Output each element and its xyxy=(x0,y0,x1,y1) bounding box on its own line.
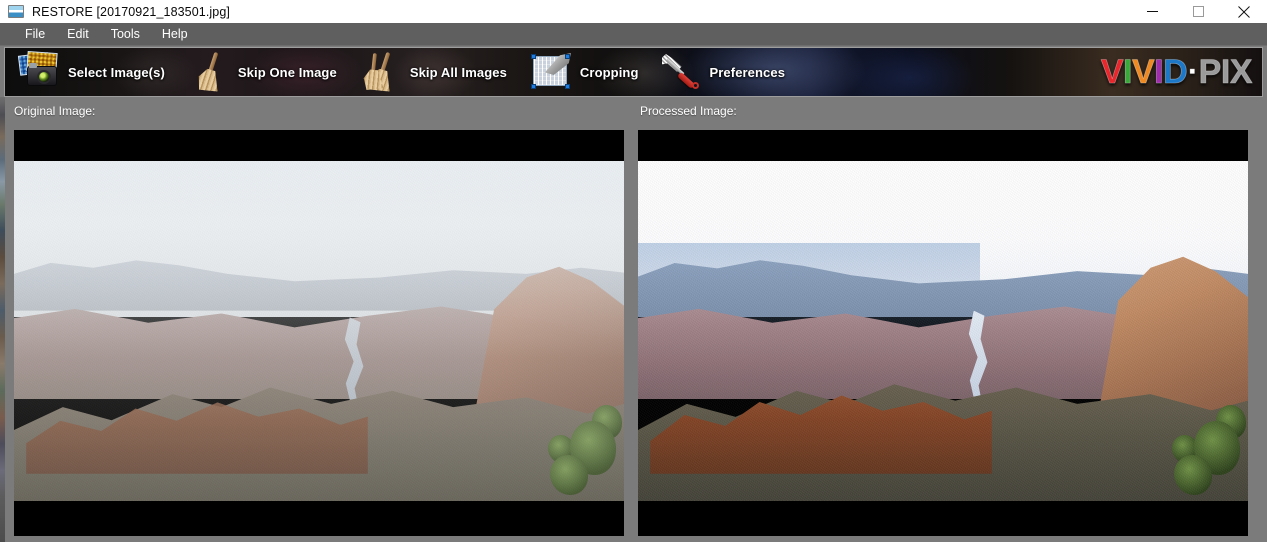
maximize-icon xyxy=(1192,6,1204,17)
cropping-label: Cropping xyxy=(579,64,639,80)
original-image-label: Original Image: xyxy=(14,104,96,118)
window-controls xyxy=(1129,0,1267,23)
processed-image-label: Processed Image: xyxy=(640,104,737,118)
preferences-label: Preferences xyxy=(709,64,786,80)
main-toolbar: Select Image(s) Skip One Image Skip All … xyxy=(4,47,1263,97)
logo-letter-v2: V xyxy=(1131,53,1155,91)
foreground-tree xyxy=(1160,381,1246,501)
logo-letter-d: D xyxy=(1163,53,1188,91)
app-photo-window-icon xyxy=(8,5,24,18)
background-window-gap xyxy=(5,97,9,542)
skip-one-image-label: Skip One Image xyxy=(237,64,337,80)
minimize-icon xyxy=(1146,11,1158,12)
cropping-button[interactable]: Cropping xyxy=(525,48,643,96)
skip-one-image-button[interactable]: Skip One Image xyxy=(183,48,341,96)
logo-letter-v1: V xyxy=(1100,53,1124,91)
close-button[interactable] xyxy=(1221,0,1267,23)
double-broom-icon xyxy=(359,50,405,94)
skip-all-images-button[interactable]: Skip All Images xyxy=(355,48,511,96)
menu-item-help[interactable]: Help xyxy=(151,24,199,44)
menu-item-file[interactable]: File xyxy=(14,24,56,44)
broom-icon xyxy=(187,50,233,94)
select-images-button[interactable]: Select Image(s) xyxy=(13,48,169,96)
original-photo xyxy=(14,161,624,501)
restore-app-window: RESTORE [20170921_183501.jpg] File Edit … xyxy=(0,0,1267,542)
close-icon xyxy=(1238,5,1250,18)
logo-letter-p: P xyxy=(1198,53,1221,91)
camera-photos-icon xyxy=(17,50,63,94)
processed-image-panel[interactable] xyxy=(638,130,1248,536)
menu-bar: File Edit Tools Help xyxy=(0,23,1267,46)
skip-all-images-label: Skip All Images xyxy=(409,64,507,80)
wrench-screwdriver-icon xyxy=(659,50,705,94)
logo-letter-i2: I xyxy=(1154,53,1164,91)
menu-item-tools[interactable]: Tools xyxy=(100,24,151,44)
crop-grid-icon xyxy=(529,50,575,94)
logo-letter-i3: I xyxy=(1220,53,1231,91)
minimize-button[interactable] xyxy=(1129,0,1175,23)
title-bar: RESTORE [20170921_183501.jpg] xyxy=(0,0,1267,23)
select-images-label: Select Image(s) xyxy=(68,64,165,80)
window-title: RESTORE [20170921_183501.jpg] xyxy=(32,4,230,19)
processed-photo xyxy=(638,161,1248,501)
logo-letter-i1: I xyxy=(1123,53,1133,91)
vivid-pix-logo: V I V I D · P I X xyxy=(1100,53,1253,91)
maximize-button[interactable] xyxy=(1175,0,1221,23)
original-image-panel[interactable] xyxy=(14,130,624,536)
logo-letter-x: X xyxy=(1229,53,1253,91)
preferences-button[interactable]: Preferences xyxy=(655,48,790,96)
logo-dot: · xyxy=(1188,55,1199,88)
menu-item-edit[interactable]: Edit xyxy=(56,24,100,44)
